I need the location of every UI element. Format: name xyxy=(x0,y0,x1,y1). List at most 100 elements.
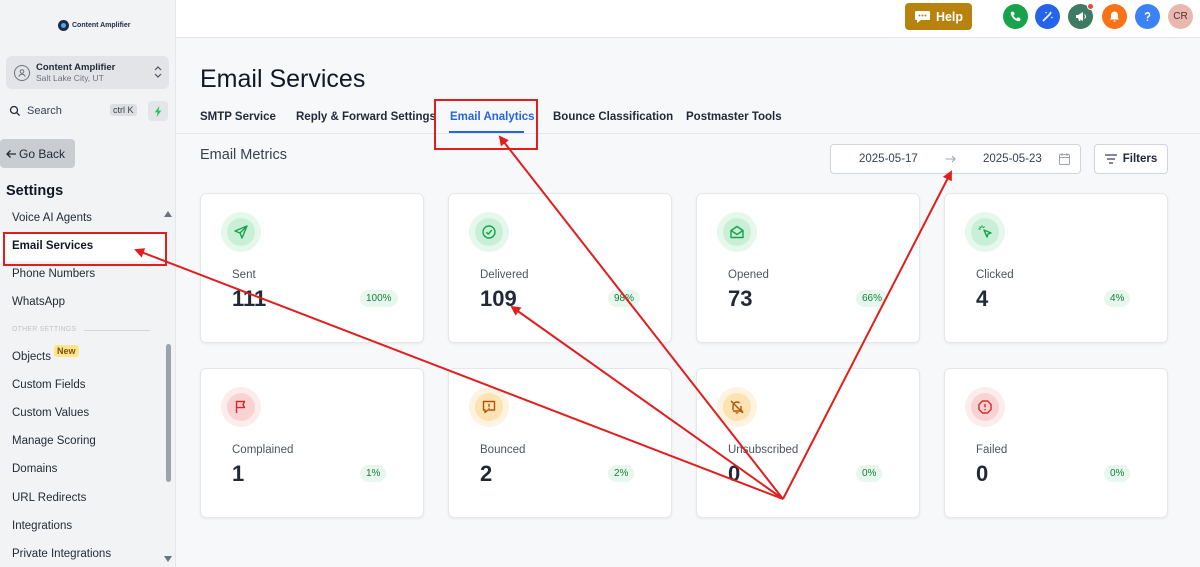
sidebar-item-custom-values[interactable]: Custom Values xyxy=(12,407,89,419)
metric-card-delivered: Delivered 109 98% xyxy=(448,193,672,343)
metric-value: 2 xyxy=(480,461,493,486)
sidebar: Content Amplifier Content Amplifier Salt… xyxy=(0,0,176,567)
metric-label: Failed xyxy=(976,444,1008,456)
flag-icon xyxy=(235,400,246,413)
metric-label: Sent xyxy=(232,269,256,281)
arrow-right-icon xyxy=(946,155,956,163)
quick-action-button[interactable] xyxy=(148,101,168,121)
scroll-up-arrow[interactable] xyxy=(164,211,172,217)
divider xyxy=(84,330,150,331)
tab-postmaster-tools[interactable]: Postmaster Tools xyxy=(686,111,782,123)
bell-off-icon xyxy=(730,400,744,414)
date-start: 2025-05-17 xyxy=(859,153,918,165)
search-input[interactable]: Search ctrl K xyxy=(6,101,142,121)
metric-percent-badge: 66% xyxy=(856,290,889,307)
delivered-icon-badge xyxy=(469,212,509,252)
metric-card-opened: Opened 73 66% xyxy=(696,193,920,343)
filters-label: Filters xyxy=(1122,153,1158,165)
sidebar-item-url-redirects[interactable]: URL Redirects xyxy=(12,492,86,504)
metric-label: Complained xyxy=(232,444,294,456)
unsubscribed-icon-badge xyxy=(717,387,757,427)
bell-icon xyxy=(1110,11,1119,22)
sidebar-item-domains[interactable]: Domains xyxy=(12,463,57,475)
metric-card-sent: Sent 111 100% xyxy=(200,193,424,343)
chat-bubble-icon xyxy=(914,10,930,23)
scrollbar-thumb[interactable] xyxy=(166,344,171,482)
tabs-divider xyxy=(176,133,1200,134)
metric-percent-badge: 100% xyxy=(360,290,398,307)
other-settings-label: OTHER SETTINGS xyxy=(12,326,77,333)
metric-value: 109 xyxy=(480,286,517,311)
metric-value: 0 xyxy=(728,461,741,486)
section-title: Email Metrics xyxy=(200,147,288,163)
scroll-down-arrow[interactable] xyxy=(164,556,172,562)
sidebar-item-manage-scoring[interactable]: Manage Scoring xyxy=(12,435,96,447)
logo: Content Amplifier xyxy=(58,20,130,31)
search-icon xyxy=(9,105,21,117)
sidebar-item-custom-fields[interactable]: Custom Fields xyxy=(12,379,86,391)
calendar-icon xyxy=(1059,153,1070,165)
metric-label: Clicked xyxy=(976,269,1014,281)
bolt-icon xyxy=(154,105,161,117)
pointer-click-icon xyxy=(978,225,992,238)
metric-card-failed: Failed 0 0% xyxy=(944,368,1168,518)
phone-button[interactable] xyxy=(1003,4,1028,29)
metric-percent-badge: 98% xyxy=(608,290,641,307)
chevron-up-down-icon xyxy=(154,66,162,78)
search-label: Search xyxy=(27,105,62,117)
metric-value: 0 xyxy=(976,461,989,486)
help-button[interactable]: Help xyxy=(905,3,972,30)
help-label: Help xyxy=(935,9,964,24)
megaphone-icon xyxy=(1076,12,1086,21)
settings-title: Settings xyxy=(6,183,64,199)
complained-icon-badge xyxy=(221,387,261,427)
sent-icon-badge xyxy=(221,212,261,252)
tab-reply-forward-settings[interactable]: Reply & Forward Settings xyxy=(296,111,436,123)
metric-value: 1 xyxy=(232,461,245,486)
date-end: 2025-05-23 xyxy=(983,153,1042,165)
arrow-left-icon xyxy=(6,149,16,158)
metric-value: 111 xyxy=(232,286,267,311)
metric-percent-badge: 4% xyxy=(1104,290,1131,307)
help-center-button[interactable] xyxy=(1135,4,1160,29)
phone-icon xyxy=(1010,11,1021,22)
tab-bounce-classification[interactable]: Bounce Classification xyxy=(553,111,673,123)
sidebar-item-phone-numbers[interactable]: Phone Numbers xyxy=(12,268,95,280)
magic-wand-icon xyxy=(1042,11,1053,22)
mail-open-icon xyxy=(730,225,744,239)
annotation-box-email-analytics xyxy=(434,99,538,150)
tab-smtp-service[interactable]: SMTP Service xyxy=(200,111,276,123)
metric-percent-badge: 0% xyxy=(1104,465,1131,482)
sidebar-item-private-integrations[interactable]: Private Integrations xyxy=(12,548,111,560)
user-icon xyxy=(14,64,30,81)
metric-label: Delivered xyxy=(480,269,529,281)
logo-text: Content Amplifier xyxy=(72,22,131,29)
announcements-button[interactable] xyxy=(1068,3,1094,29)
notification-dot xyxy=(1087,3,1094,10)
bounced-icon-badge xyxy=(469,387,509,427)
sidebar-item-objects[interactable]: Objects xyxy=(12,351,51,363)
go-back-label: Go Back xyxy=(19,146,66,161)
failed-icon-badge xyxy=(965,387,1005,427)
logo-icon xyxy=(58,20,69,31)
search-shortcut: ctrl K xyxy=(110,104,137,116)
avatar[interactable]: CR xyxy=(1168,4,1193,29)
metric-label: Bounced xyxy=(480,444,526,456)
question-icon xyxy=(1144,12,1151,21)
metric-card-clicked: Clicked 4 4% xyxy=(944,193,1168,343)
alert-octagon-icon xyxy=(978,400,992,414)
date-range-picker[interactable]: 2025-05-17 2025-05-23 xyxy=(830,144,1081,174)
sidebar-item-whatsapp[interactable]: WhatsApp xyxy=(12,296,65,308)
new-badge: New xyxy=(54,345,79,357)
magic-button[interactable] xyxy=(1035,4,1060,29)
sidebar-item-integrations[interactable]: Integrations xyxy=(12,520,72,532)
check-circle-icon xyxy=(482,225,496,239)
go-back-button[interactable]: Go Back xyxy=(0,139,75,168)
opened-icon-badge xyxy=(717,212,757,252)
sidebar-item-voice-ai-agents[interactable]: Voice AI Agents xyxy=(12,212,92,224)
clicked-icon-badge xyxy=(965,212,1005,252)
notifications-button[interactable] xyxy=(1102,4,1127,29)
send-icon xyxy=(234,225,248,239)
account-switcher[interactable]: Content Amplifier Salt Lake City, UT xyxy=(6,56,169,89)
filters-button[interactable]: Filters xyxy=(1094,144,1168,174)
